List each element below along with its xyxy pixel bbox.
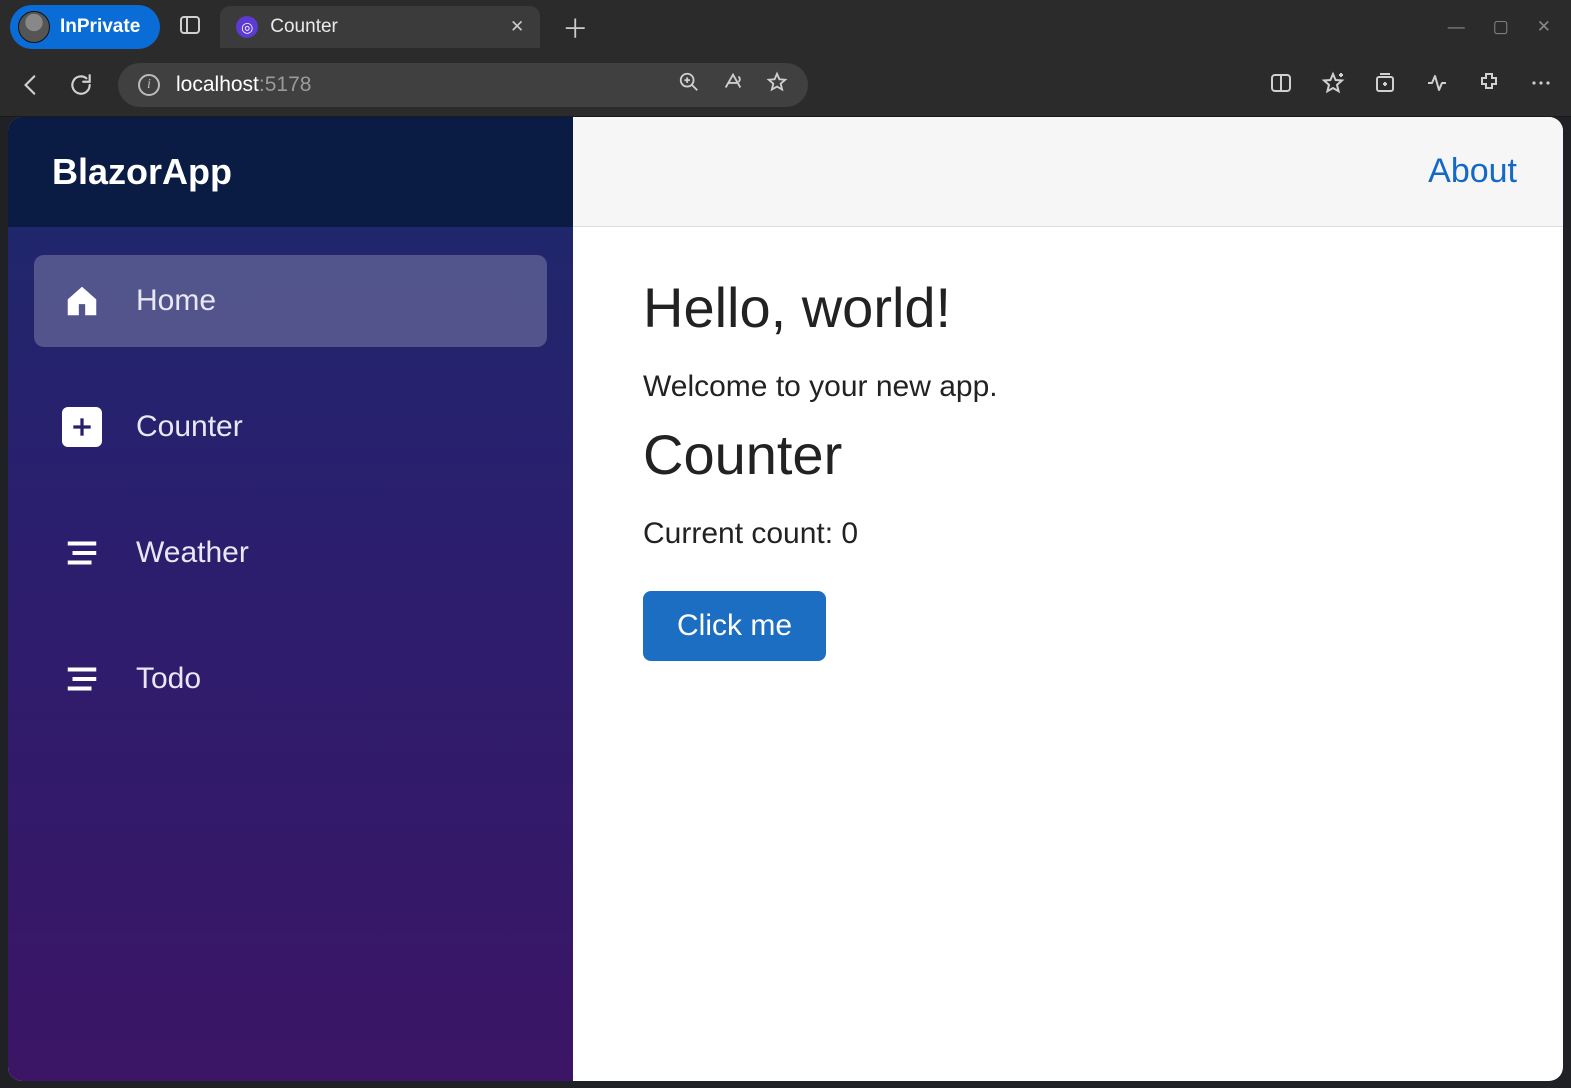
window-controls: — ▢ ✕ (1448, 17, 1561, 37)
sidebar-item-counter[interactable]: Counter (34, 381, 547, 473)
zoom-icon[interactable] (678, 71, 700, 99)
inprivate-badge[interactable]: InPrivate (10, 5, 160, 49)
browser-tab[interactable]: ◎ Counter ✕ (220, 6, 540, 48)
top-bar: About (573, 117, 1563, 227)
nav-menu: Home Counter Weather Todo (8, 227, 573, 753)
click-me-button[interactable]: Click me (643, 591, 826, 661)
sidebar-item-label: Weather (136, 536, 249, 570)
plus-icon (62, 407, 102, 447)
count-label: Current count: 0 (643, 517, 1493, 551)
new-tab-button[interactable]: ＋ (550, 9, 600, 46)
collections-icon[interactable] (1373, 71, 1397, 100)
sidebar-item-home[interactable]: Home (34, 255, 547, 347)
tab-favicon-icon: ◎ (236, 16, 258, 38)
list-icon (62, 659, 102, 699)
list-icon (62, 533, 102, 573)
sidebar-item-label: Todo (136, 662, 201, 696)
welcome-text: Welcome to your new app. (643, 370, 1493, 404)
brand-bar: BlazorApp (8, 117, 573, 227)
sidebar-item-label: Counter (136, 410, 243, 444)
window-close-icon[interactable]: ✕ (1537, 17, 1551, 37)
sidebar-item-label: Home (136, 284, 216, 318)
performance-icon[interactable] (1425, 71, 1449, 100)
url-text: localhost:5178 (176, 73, 311, 97)
url-port: :5178 (259, 73, 312, 96)
home-icon (62, 281, 102, 321)
page-content: Hello, world! Welcome to your new app. C… (573, 227, 1563, 709)
favorite-star-icon[interactable] (766, 71, 788, 99)
page-viewport: BlazorApp Home Counter Weather (8, 117, 1563, 1081)
sidebar: BlazorApp Home Counter Weather (8, 117, 573, 1081)
vertical-tabs-icon[interactable] (170, 5, 210, 50)
sidebar-item-todo[interactable]: Todo (34, 633, 547, 725)
address-bar[interactable]: i localhost:5178 (118, 63, 808, 107)
about-link[interactable]: About (1428, 152, 1517, 191)
favorites-icon[interactable] (1321, 71, 1345, 100)
browser-chrome: InPrivate ◎ Counter ✕ ＋ — ▢ ✕ i localhos… (0, 0, 1571, 117)
tab-close-icon[interactable]: ✕ (510, 17, 524, 37)
window-maximize-icon[interactable]: ▢ (1493, 17, 1509, 37)
avatar-icon (18, 11, 50, 43)
browser-titlebar: InPrivate ◎ Counter ✕ ＋ — ▢ ✕ (0, 0, 1571, 54)
browser-toolbar: i localhost:5178 (0, 54, 1571, 116)
read-aloud-icon[interactable] (722, 71, 744, 99)
back-icon[interactable] (18, 72, 44, 98)
menu-icon[interactable] (1529, 71, 1553, 100)
window-minimize-icon[interactable]: — (1448, 17, 1465, 37)
inprivate-label: InPrivate (60, 16, 140, 38)
extensions-icon[interactable] (1477, 71, 1501, 100)
tab-title: Counter (270, 16, 338, 38)
toolbar-right-icons (1269, 71, 1553, 100)
sidebar-item-weather[interactable]: Weather (34, 507, 547, 599)
split-screen-icon[interactable] (1269, 71, 1293, 100)
site-info-icon[interactable]: i (138, 74, 160, 96)
counter-heading: Counter (643, 422, 1493, 487)
app-brand: BlazorApp (52, 151, 529, 193)
refresh-icon[interactable] (68, 72, 94, 98)
url-host: localhost (176, 73, 259, 96)
hello-heading: Hello, world! (643, 275, 1493, 340)
main-area: About Hello, world! Welcome to your new … (573, 117, 1563, 1081)
